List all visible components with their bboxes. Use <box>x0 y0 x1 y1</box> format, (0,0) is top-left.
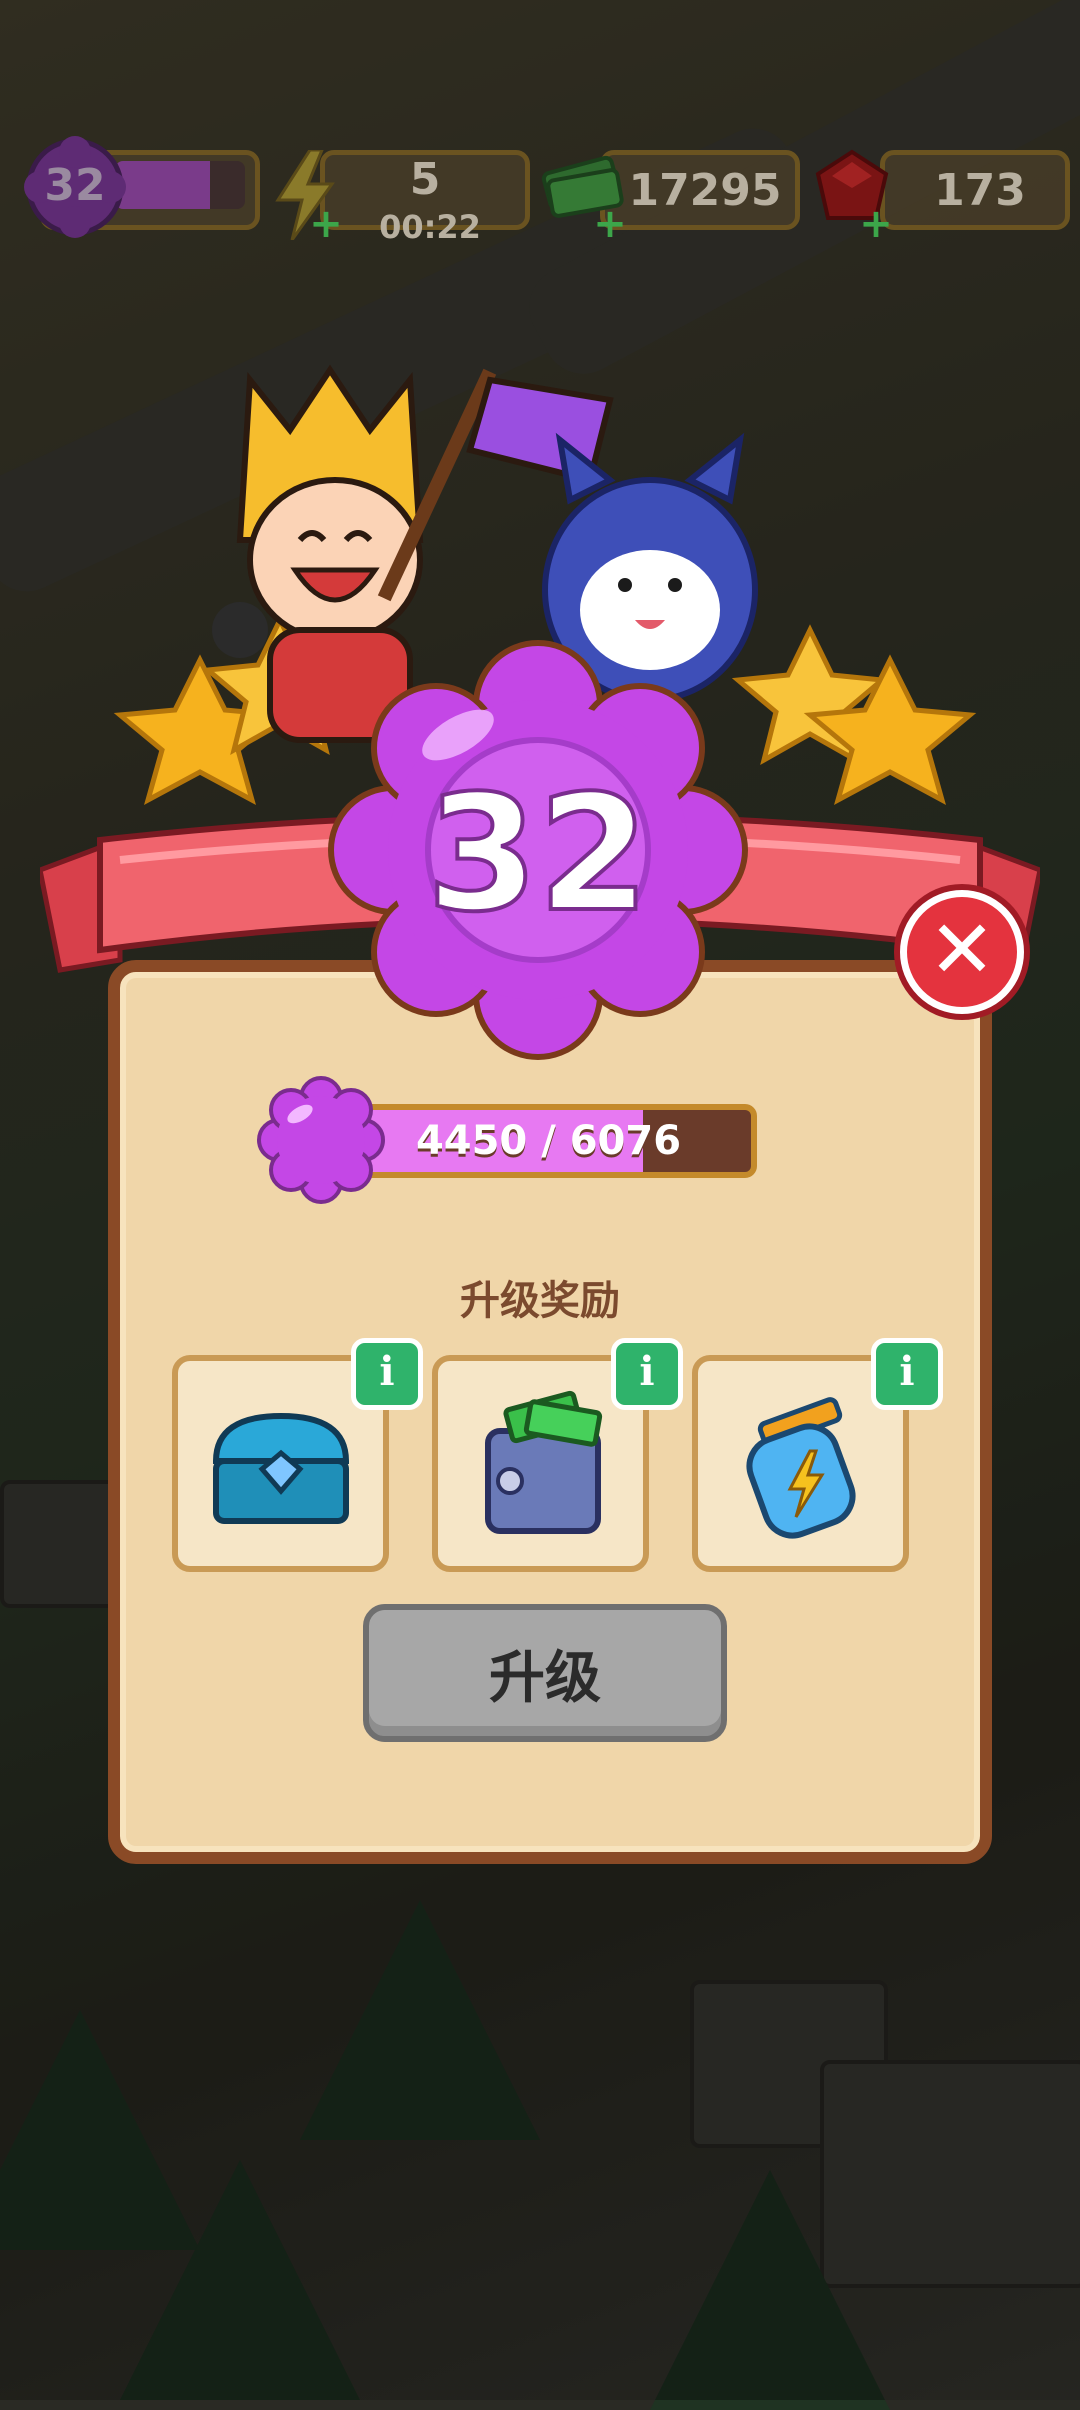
reward-info-icon[interactable]: i <box>871 1338 943 1410</box>
hud-cash-value: 17295 <box>628 164 782 216</box>
reward-info-icon[interactable]: i <box>351 1338 423 1410</box>
hud-energy-value: 5 <box>409 153 441 205</box>
xp-flower-gem-icon <box>257 1076 385 1204</box>
level-up-number: 32 <box>425 758 652 949</box>
hud-gems-panel[interactable]: 173 <box>880 150 1070 230</box>
hud-level-value: 32 <box>44 160 106 211</box>
xp-progress-bar: 4450 / 6076 <box>340 1104 757 1178</box>
hud-energy-add-icon[interactable]: + <box>308 204 344 244</box>
close-button[interactable]: ✕ <box>900 890 1024 1014</box>
xp-progress-text: 4450 / 6076 <box>415 1118 682 1164</box>
hud-cash-add-icon[interactable]: + <box>592 204 628 244</box>
hud-energy-timer: 00:22 <box>379 208 481 246</box>
hud-cash-panel[interactable]: 17295 <box>600 150 800 230</box>
hud-level-progress <box>115 161 245 209</box>
rewards-title: 升级奖励 <box>460 1278 620 1324</box>
hud-gems-add-icon[interactable]: + <box>858 204 894 244</box>
reward-info-icon[interactable]: i <box>611 1338 683 1410</box>
hud-gems-value: 173 <box>934 164 1026 216</box>
upgrade-button[interactable]: 升级 <box>363 1604 727 1742</box>
